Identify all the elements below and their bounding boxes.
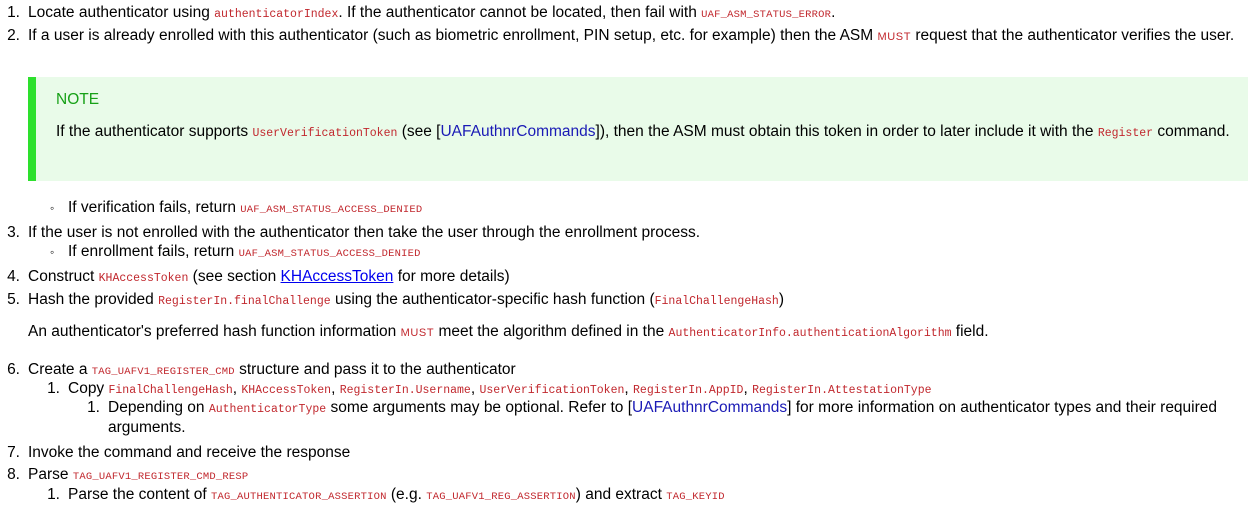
step-number: 1.	[87, 399, 100, 416]
code-authentication-algorithm: AuthenticatorInfo.authenticationAlgorith…	[668, 327, 952, 340]
step-number: 5.	[7, 291, 20, 308]
step-number: 4.	[7, 268, 20, 285]
code-final-challenge-hash: FinalChallengeHash	[654, 295, 779, 308]
code-register: Register	[1097, 127, 1154, 140]
code-authenticator-type: AuthenticatorType	[208, 403, 327, 416]
code-reg-assertion: TAG_UAFV1_REG_ASSERTION	[426, 491, 576, 503]
step-number: 3.	[7, 224, 20, 241]
step-number: 2.	[7, 27, 20, 44]
bullet-icon: ◦	[50, 201, 55, 215]
bullet-icon: ◦	[50, 245, 55, 259]
step-text: Construct KHAccessToken (see section KHA…	[28, 268, 510, 285]
step-text: Parse TAG_UAFV1_REGISTER_CMD_RESP	[28, 466, 249, 483]
code-authenticator-assertion: TAG_AUTHENTICATOR_ASSERTION	[211, 491, 387, 503]
note-body: If the authenticator supports UserVerifi…	[56, 123, 1230, 140]
ref-uaf-authnr-commands[interactable]: UAFAuthnrCommands	[632, 399, 787, 416]
must-keyword: must	[877, 31, 912, 43]
code-register-cmd: TAG_UAFV1_REGISTER_CMD	[91, 366, 235, 378]
step-number: 1.	[47, 380, 60, 397]
step-text: Parse the content of TAG_AUTHENTICATOR_A…	[68, 486, 725, 503]
code-authenticator-index: authenticatorIndex	[214, 8, 339, 21]
step-text: If the user is not enrolled with the aut…	[28, 224, 701, 241]
code-user-verification-token: UserVerificationToken	[252, 127, 398, 140]
step-text: Depending on AuthenticatorType some argu…	[108, 399, 1218, 436]
code-access-denied: UAF_ASM_STATUS_ACCESS_DENIED	[240, 204, 423, 216]
step-text: Create a TAG_UAFV1_REGISTER_CMD structur…	[28, 361, 516, 378]
spec-page: 1. Locate authenticator using authentica…	[0, 0, 1252, 510]
step-number: 1.	[7, 4, 20, 21]
code-final-challenge: RegisterIn.finalChallenge	[158, 295, 331, 308]
bullet-text: If verification fails, return UAF_ASM_ST…	[68, 199, 423, 216]
step-text: Copy FinalChallengeHash, KHAccessToken, …	[68, 380, 932, 397]
step-number: 1.	[47, 486, 60, 503]
link-kh-access-token[interactable]: KHAccessToken	[281, 268, 394, 285]
step-text: If a user is already enrolled with this …	[28, 27, 1235, 44]
note-title: NOTE	[56, 91, 100, 108]
step-number: 7.	[7, 444, 20, 461]
step-text: Hash the provided RegisterIn.finalChalle…	[28, 291, 785, 308]
code-keyid: TAG_KEYID	[666, 491, 725, 503]
code-register-cmd-resp: TAG_UAFV1_REGISTER_CMD_RESP	[72, 471, 249, 483]
paragraph-text: An authenticator's preferred hash functi…	[28, 323, 989, 340]
step-text: Locate authenticator using authenticator…	[28, 4, 836, 21]
code-status-error: UAF_ASM_STATUS_ERROR	[701, 9, 832, 21]
bullet-text: If enrollment fails, return UAF_ASM_STAT…	[68, 243, 421, 260]
must-keyword: must	[400, 327, 435, 339]
code-kh-access-token: KHAccessToken	[98, 272, 189, 285]
step-text: Invoke the command and receive the respo…	[28, 444, 351, 461]
code-access-denied: UAF_ASM_STATUS_ACCESS_DENIED	[238, 248, 421, 260]
step-number: 6.	[7, 361, 20, 378]
step-number: 8.	[7, 466, 20, 483]
ref-uaf-authnr-commands[interactable]: UAFAuthnrCommands	[440, 123, 595, 140]
note-box: NOTE If the authenticator supports UserV…	[28, 77, 1248, 181]
